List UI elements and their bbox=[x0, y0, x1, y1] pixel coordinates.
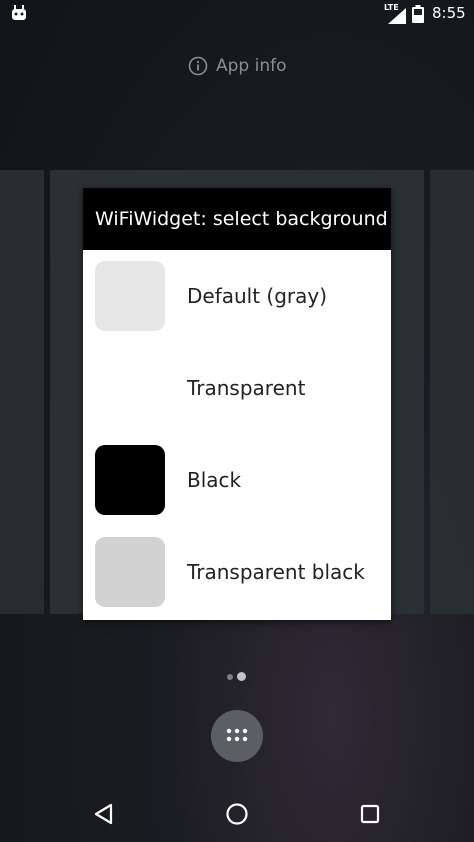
navigation-bar bbox=[0, 786, 474, 842]
option-label: Default (gray) bbox=[187, 284, 328, 308]
swatch-transparent bbox=[95, 353, 165, 423]
select-background-dialog: WiFiWidget: select background Default (g… bbox=[83, 188, 391, 620]
page-dot bbox=[227, 673, 233, 680]
widget-panel-right bbox=[430, 170, 474, 614]
status-bar: LTE 8:55 bbox=[0, 0, 474, 28]
info-icon bbox=[188, 56, 208, 76]
widget-panel-left bbox=[0, 170, 44, 614]
option-transparent-black[interactable]: Transparent black bbox=[83, 526, 391, 618]
option-black[interactable]: Black bbox=[83, 434, 391, 526]
apps-grid-icon bbox=[226, 728, 248, 742]
dialog-title: WiFiWidget: select background bbox=[83, 188, 391, 250]
app-info-button[interactable]: App info bbox=[188, 56, 287, 76]
page-indicator bbox=[227, 672, 246, 681]
option-default-gray[interactable]: Default (gray) bbox=[83, 250, 391, 342]
signal-icon bbox=[388, 8, 406, 24]
swatch-black bbox=[95, 445, 165, 515]
clock: 8:55 bbox=[432, 4, 466, 22]
recents-icon[interactable] bbox=[350, 794, 390, 834]
page-dot-active bbox=[237, 672, 246, 681]
home-icon[interactable] bbox=[217, 794, 257, 834]
option-label: Transparent black bbox=[187, 560, 365, 584]
option-label: Transparent bbox=[187, 376, 306, 400]
swatch-default-gray bbox=[95, 261, 165, 331]
android-notification-icon bbox=[12, 5, 26, 20]
battery-icon bbox=[412, 5, 424, 23]
swatch-transparent-black bbox=[95, 537, 165, 607]
app-info-label: App info bbox=[216, 56, 287, 76]
back-icon[interactable] bbox=[84, 794, 124, 834]
option-label: Black bbox=[187, 468, 242, 492]
option-transparent[interactable]: Transparent bbox=[83, 342, 391, 434]
app-drawer-button[interactable] bbox=[211, 710, 263, 762]
